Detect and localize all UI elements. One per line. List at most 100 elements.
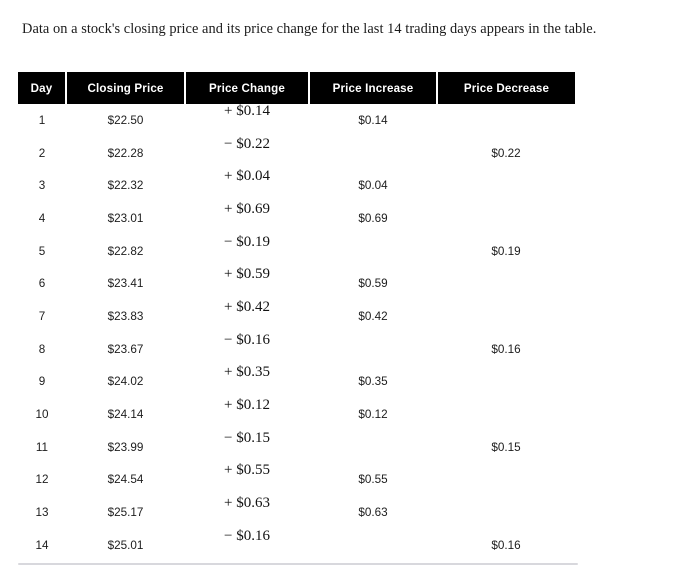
- table-header-row: Day Closing Price Price Change Price Inc…: [18, 72, 575, 104]
- cell-decrease: [437, 169, 575, 202]
- stock-data-table: Day Closing Price Price Change Price Inc…: [18, 72, 575, 562]
- cell-change-text: + $0.04: [224, 168, 270, 185]
- cell-decrease: $0.15: [437, 431, 575, 464]
- cell-decrease: [437, 464, 575, 497]
- column-header-day: Day: [18, 72, 66, 104]
- cell-day: 1: [18, 104, 66, 137]
- table-body: 1$22.50+ $0.14$0.142$22.28− $0.22$0.223$…: [18, 104, 575, 562]
- cell-change-text: − $0.16: [224, 528, 270, 545]
- table-row: 14$25.01 − $0.16 $0.16: [18, 529, 575, 562]
- cell-increase: [309, 137, 437, 170]
- table-row: 11$23.99 − $0.15 $0.15: [18, 431, 575, 464]
- cell-decrease: $0.16: [437, 529, 575, 562]
- column-header-price-change: Price Change: [185, 72, 309, 104]
- cell-change: − $0.22: [185, 137, 309, 170]
- cell-closing: $23.01: [66, 202, 185, 235]
- cell-change: − $0.15: [185, 431, 309, 464]
- cell-closing: $25.17: [66, 496, 185, 529]
- cell-change: − $0.19: [185, 235, 309, 268]
- cell-change: + $0.55: [185, 464, 309, 497]
- cell-decrease: [437, 496, 575, 529]
- cell-closing: $22.82: [66, 235, 185, 268]
- cell-day: 6: [18, 267, 66, 300]
- cell-day: 14: [18, 529, 66, 562]
- cell-decrease: [437, 398, 575, 431]
- cell-day: 5: [18, 235, 66, 268]
- cell-change: + $0.14: [185, 104, 309, 137]
- table-row: 2$22.28 − $0.22 $0.22: [18, 137, 575, 170]
- cell-change-text: − $0.19: [224, 234, 270, 251]
- cell-closing: $23.41: [66, 267, 185, 300]
- cell-day: 13: [18, 496, 66, 529]
- cell-day: 11: [18, 431, 66, 464]
- table-row: 1$22.50+ $0.14$0.14: [18, 104, 575, 137]
- cell-decrease: [437, 267, 575, 300]
- table-row: 12$24.54 + $0.55 $0.55: [18, 464, 575, 497]
- cell-increase: $0.63: [309, 496, 437, 529]
- cell-change-text: − $0.22: [224, 136, 270, 153]
- cell-change-text: + $0.55: [224, 462, 270, 479]
- table-row: 6$23.41+ $0.59$0.59: [18, 267, 575, 300]
- cell-increase: [309, 529, 437, 562]
- cell-change: + $0.59: [185, 267, 309, 300]
- table-row: 3$22.32 + $0.04 $0.04: [18, 169, 575, 202]
- cell-decrease: $0.22: [437, 137, 575, 170]
- cell-closing: $23.99: [66, 431, 185, 464]
- table-row: 4$23.01+ $0.69$0.69: [18, 202, 575, 235]
- table-row: 9$24.02 + $0.35 $0.35: [18, 366, 575, 399]
- table-row: 5$22.82 − $0.19 $0.19: [18, 235, 575, 268]
- cell-day: 10: [18, 398, 66, 431]
- table-row: 10$24.14 + $0.12 $0.12: [18, 398, 575, 431]
- bottom-divider: [18, 563, 578, 565]
- cell-closing: $23.67: [66, 333, 185, 366]
- cell-change: + $0.12: [185, 398, 309, 431]
- cell-closing: $24.54: [66, 464, 185, 497]
- cell-decrease: [437, 104, 575, 137]
- cell-change-text: + $0.63: [224, 495, 270, 512]
- cell-closing: $22.32: [66, 169, 185, 202]
- cell-change: − $0.16: [185, 529, 309, 562]
- cell-change-text: + $0.35: [224, 364, 270, 381]
- cell-change-text: + $0.14: [224, 103, 270, 120]
- cell-increase: $0.14: [309, 104, 437, 137]
- cell-increase: $0.04: [309, 169, 437, 202]
- cell-change: − $0.16: [185, 333, 309, 366]
- cell-decrease: [437, 300, 575, 333]
- stock-data-table-container: Day Closing Price Price Change Price Inc…: [18, 72, 575, 562]
- cell-increase: $0.55: [309, 464, 437, 497]
- table-row: 8$23.67− $0.16$0.16: [18, 333, 575, 366]
- cell-change-text: − $0.15: [224, 430, 270, 447]
- cell-decrease: $0.19: [437, 235, 575, 268]
- table-row: 7$23.83+ $0.42$0.42: [18, 300, 575, 333]
- cell-increase: $0.35: [309, 366, 437, 399]
- cell-day: 8: [18, 333, 66, 366]
- table-row: 13$25.17 + $0.63 $0.63: [18, 496, 575, 529]
- column-header-price-decrease: Price Decrease: [437, 72, 575, 104]
- cell-increase: $0.69: [309, 202, 437, 235]
- cell-change-text: + $0.42: [224, 299, 270, 316]
- cell-day: 7: [18, 300, 66, 333]
- cell-increase: [309, 235, 437, 268]
- cell-increase: [309, 431, 437, 464]
- cell-day: 3: [18, 169, 66, 202]
- cell-change-text: + $0.69: [224, 201, 270, 218]
- cell-change: + $0.04: [185, 169, 309, 202]
- cell-decrease: [437, 202, 575, 235]
- table-header: Day Closing Price Price Change Price Inc…: [18, 72, 575, 104]
- cell-closing: $24.14: [66, 398, 185, 431]
- cell-increase: $0.12: [309, 398, 437, 431]
- cell-closing: $22.28: [66, 137, 185, 170]
- cell-change: + $0.42: [185, 300, 309, 333]
- cell-day: 2: [18, 137, 66, 170]
- cell-closing: $23.83: [66, 300, 185, 333]
- cell-day: 9: [18, 366, 66, 399]
- cell-change-text: − $0.16: [224, 332, 270, 349]
- cell-change-text: + $0.12: [224, 397, 270, 414]
- cell-decrease: [437, 366, 575, 399]
- intro-paragraph: Data on a stock's closing price and its …: [22, 16, 642, 43]
- cell-closing: $25.01: [66, 529, 185, 562]
- cell-day: 12: [18, 464, 66, 497]
- cell-increase: $0.59: [309, 267, 437, 300]
- cell-closing: $24.02: [66, 366, 185, 399]
- cell-change: + $0.69: [185, 202, 309, 235]
